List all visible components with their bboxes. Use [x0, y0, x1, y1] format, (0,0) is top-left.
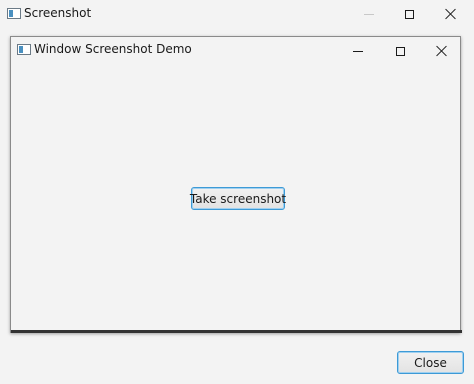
- minimize-icon: [353, 50, 363, 52]
- inner-close-window-button[interactable]: [419, 37, 465, 65]
- close-icon: [445, 8, 457, 20]
- maximize-icon: [404, 9, 414, 19]
- take-screenshot-button[interactable]: Take screenshot: [190, 187, 286, 210]
- inner-maximize-button[interactable]: [377, 37, 423, 65]
- inner-title-bar[interactable]: Window Screenshot Demo: [11, 37, 460, 65]
- app-window-icon: [17, 44, 31, 55]
- close-button[interactable]: Close: [397, 351, 464, 374]
- close-icon: [436, 45, 448, 57]
- inner-minimize-button[interactable]: [335, 37, 381, 65]
- inner-window: Window Screenshot Demo Take screenshot: [10, 36, 462, 333]
- app-window-icon: [7, 8, 21, 19]
- window-bottom-edge: [11, 330, 462, 333]
- outer-window-title: Screenshot: [24, 6, 92, 20]
- minimize-icon: [364, 13, 374, 15]
- inner-window-title: Window Screenshot Demo: [34, 42, 192, 56]
- outer-title-bar[interactable]: Screenshot: [0, 0, 474, 28]
- outer-close-window-button[interactable]: [428, 0, 474, 28]
- outer-maximize-button[interactable]: [386, 0, 432, 28]
- maximize-icon: [395, 46, 405, 56]
